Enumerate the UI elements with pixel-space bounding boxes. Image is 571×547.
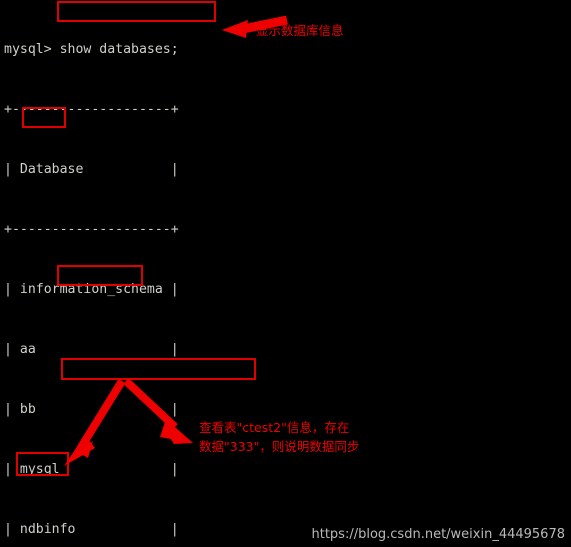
terminal-output[interactable]: mysql> show databases; +----------------…: [4, 0, 571, 547]
terminal-line: +--------------------+: [4, 222, 179, 237]
terminal-line: | aa |: [4, 342, 179, 357]
terminal-line: | bb |: [4, 402, 179, 417]
annotation-top-note: 显示数据库信息: [256, 23, 344, 38]
terminal-line: mysql> show databases;: [4, 42, 179, 57]
annotation-bottom-note-line2: 数据"333"，则说明数据同步: [199, 439, 360, 454]
terminal-line: +--------------------+: [4, 102, 179, 117]
terminal-line: | Database |: [4, 162, 179, 177]
watermark: https://blog.csdn.net/weixin_44495678: [311, 527, 565, 542]
annotation-bottom-note-line1: 查看表"ctest2"信息，存在: [199, 420, 350, 435]
terminal-line: | mysql |: [4, 462, 179, 477]
terminal-screenshot: mysql> show databases; +----------------…: [0, 0, 571, 547]
terminal-line: | information_schema |: [4, 282, 179, 297]
